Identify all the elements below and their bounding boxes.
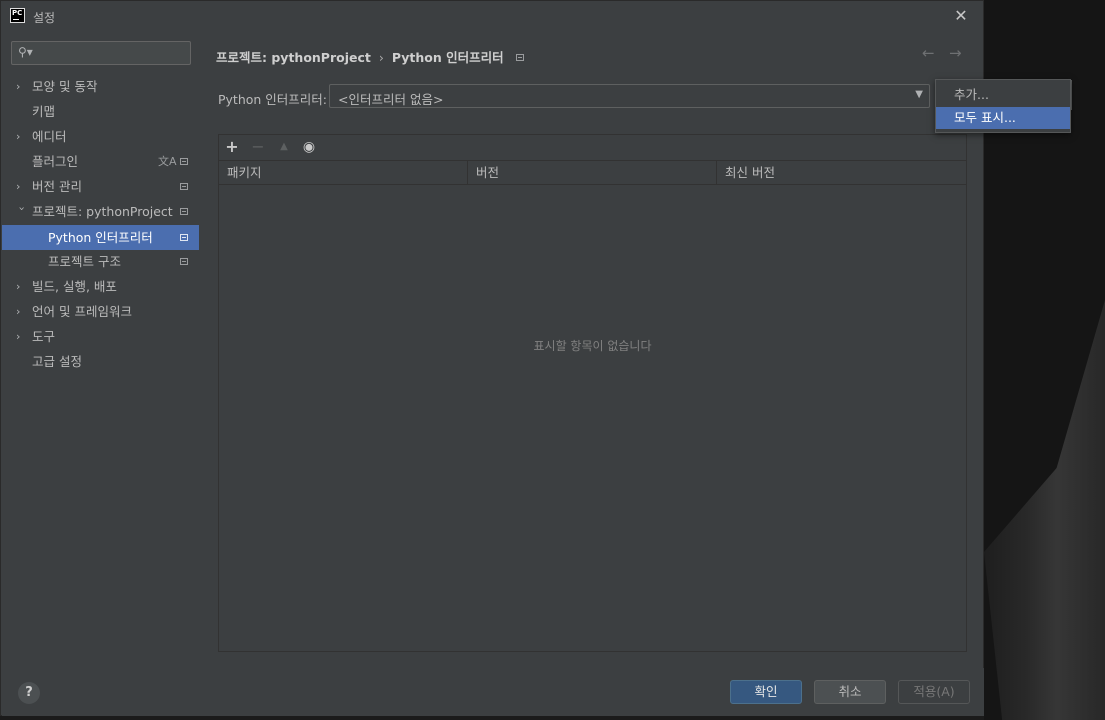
chevron-right-icon[interactable]: › bbox=[16, 124, 26, 149]
plus-icon[interactable]: + bbox=[222, 136, 242, 158]
minus-icon[interactable]: − bbox=[248, 136, 268, 158]
project-scope-icon bbox=[180, 208, 188, 215]
chevron-right-icon[interactable]: › bbox=[16, 274, 26, 299]
sidebar-item-label: 키맵 bbox=[32, 104, 56, 119]
settings-search-input[interactable] bbox=[38, 44, 190, 64]
column-header-version[interactable]: 버전 bbox=[468, 161, 717, 184]
settings-content: 프로젝트: pythonProject › Python 인터프리터 ← → Pyt… bbox=[199, 32, 1072, 668]
settings-dialog: PC 설정 ✕ ⚲▾ › 모양 및 동작 키맵 › 에디터 플러그인 文A › … bbox=[0, 0, 1072, 716]
dialog-footer: ? 확인 취소 적용(A) bbox=[2, 668, 984, 716]
sidebar-item-project[interactable]: › 프로젝트: pythonProject bbox=[2, 199, 199, 224]
sidebar-item-keymap[interactable]: 키맵 bbox=[2, 99, 199, 124]
menu-item-add[interactable]: 추가... bbox=[936, 84, 1070, 106]
sidebar-item-label: 모양 및 동작 bbox=[32, 79, 98, 94]
chevron-right-icon[interactable]: › bbox=[16, 324, 26, 349]
menu-item-show-all[interactable]: 모두 표시... bbox=[936, 107, 1070, 129]
chevron-down-icon[interactable]: › bbox=[10, 207, 35, 217]
sidebar-item-label: Python 인터프리터 bbox=[48, 230, 153, 245]
breadcrumb-current: Python 인터프리터 bbox=[391, 50, 504, 65]
project-scope-icon bbox=[515, 54, 524, 61]
interpreter-label: Python 인터프리터: bbox=[218, 92, 328, 107]
column-header-latest-version[interactable]: 최신 버전 bbox=[717, 161, 966, 184]
eye-icon[interactable]: ◉ bbox=[299, 136, 319, 158]
sidebar-item-label: 플러그인 bbox=[32, 154, 79, 169]
sidebar-item-languages[interactable]: › 언어 및 프레임워크 bbox=[2, 299, 199, 324]
project-scope-icon bbox=[180, 234, 188, 241]
sidebar-item-label: 버전 관리 bbox=[32, 179, 82, 194]
interpreter-select[interactable]: <인터프리터 없음> ▼ bbox=[329, 84, 930, 108]
sidebar-item-label: 에디터 bbox=[32, 129, 67, 144]
back-arrow-icon[interactable]: ← bbox=[922, 44, 935, 62]
sidebar-item-plugins[interactable]: 플러그인 文A bbox=[2, 149, 199, 174]
sidebar-item-python-interpreter[interactable]: Python 인터프리터 bbox=[2, 225, 199, 250]
settings-search-field[interactable]: ⚲▾ bbox=[11, 41, 191, 65]
chevron-right-icon[interactable]: › bbox=[16, 74, 26, 99]
sidebar-item-project-structure[interactable]: 프로젝트 구조 bbox=[2, 249, 199, 274]
column-header-package[interactable]: 패키지 bbox=[219, 161, 468, 184]
chevron-right-icon[interactable]: › bbox=[16, 299, 26, 324]
sidebar-item-label: 빌드, 실행, 배포 bbox=[32, 279, 117, 294]
packages-header: 패키지 버전 최신 버전 bbox=[219, 160, 966, 185]
title-bar: PC 설정 ✕ bbox=[1, 1, 983, 32]
empty-state-text: 표시할 항목이 없습니다 bbox=[533, 339, 652, 353]
sidebar-item-label: 언어 및 프레임워크 bbox=[32, 304, 132, 319]
sidebar-item-label: 고급 설정 bbox=[32, 354, 82, 369]
cancel-button[interactable]: 취소 bbox=[814, 680, 886, 704]
close-icon[interactable]: ✕ bbox=[951, 6, 971, 26]
breadcrumb-separator: › bbox=[378, 50, 384, 65]
ok-button[interactable]: 확인 bbox=[730, 680, 802, 704]
project-scope-icon bbox=[180, 258, 188, 265]
breadcrumb: 프로젝트: pythonProject › Python 인터프리터 bbox=[216, 47, 524, 66]
help-button[interactable]: ? bbox=[18, 682, 40, 704]
sidebar-item-label: 도구 bbox=[32, 329, 56, 344]
pycharm-logo-icon: PC bbox=[10, 8, 25, 23]
packages-list: 표시할 항목이 없습니다 bbox=[219, 185, 966, 651]
sidebar-item-label: 프로젝트 구조 bbox=[48, 254, 121, 269]
apply-button[interactable]: 적용(A) bbox=[898, 680, 970, 704]
project-scope-icon bbox=[180, 183, 188, 190]
sidebar-item-label: 프로젝트: pythonProject bbox=[32, 204, 173, 219]
sidebar-item-editor[interactable]: › 에디터 bbox=[2, 124, 199, 149]
sidebar-item-build[interactable]: › 빌드, 실행, 배포 bbox=[2, 274, 199, 299]
settings-sidebar: ⚲▾ › 모양 및 동작 키맵 › 에디터 플러그인 文A › 버전 관리 › … bbox=[2, 32, 199, 668]
forward-arrow-icon[interactable]: → bbox=[949, 44, 962, 62]
breadcrumb-parent[interactable]: 프로젝트: pythonProject bbox=[216, 50, 371, 65]
sidebar-item-tools[interactable]: › 도구 bbox=[2, 324, 199, 349]
sidebar-item-advanced-settings[interactable]: 고급 설정 bbox=[2, 349, 199, 374]
interpreter-popup-menu: 추가... 모두 표시... bbox=[935, 79, 1071, 133]
window-title: 설정 bbox=[33, 11, 56, 25]
chevron-right-icon[interactable]: › bbox=[16, 174, 26, 199]
sidebar-item-appearance[interactable]: › 모양 및 동작 bbox=[2, 74, 199, 99]
translate-icon: 文A bbox=[158, 155, 177, 168]
project-scope-icon bbox=[180, 158, 188, 165]
upgrade-icon[interactable]: ▲ bbox=[274, 136, 294, 158]
chevron-down-icon[interactable]: ▼ bbox=[915, 89, 923, 100]
packages-table: + − ▲ ◉ 패키지 버전 최신 버전 표시할 항목이 없습니다 bbox=[218, 134, 967, 652]
search-icon: ⚲▾ bbox=[18, 45, 33, 59]
interpreter-select-value: <인터프리터 없음> bbox=[338, 92, 444, 107]
sidebar-item-version-control[interactable]: › 버전 관리 bbox=[2, 174, 199, 199]
packages-toolbar: + − ▲ ◉ bbox=[219, 135, 966, 160]
